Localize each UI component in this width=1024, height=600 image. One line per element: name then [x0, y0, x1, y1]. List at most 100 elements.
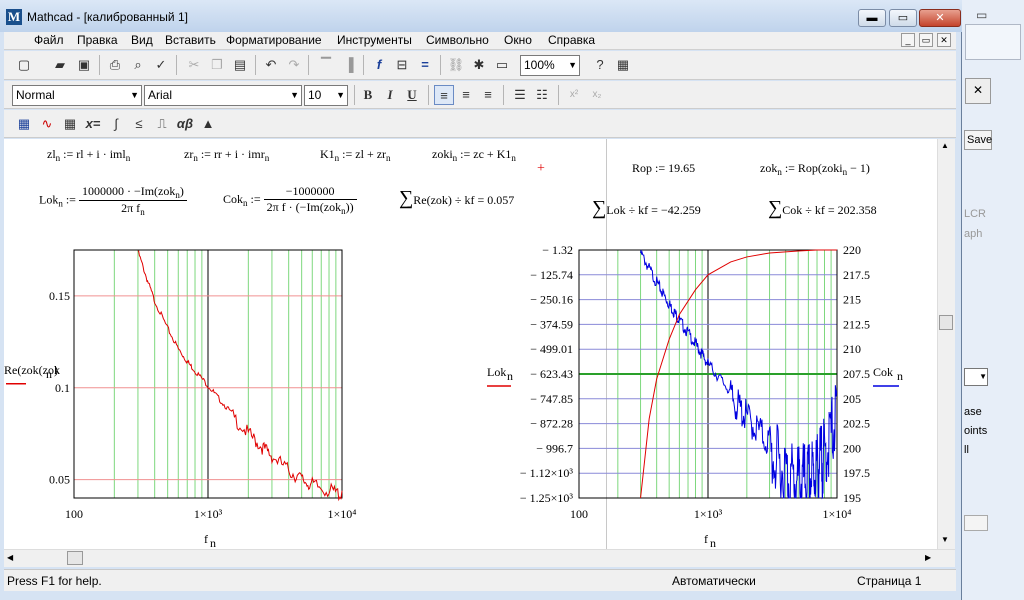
scroll-down-icon[interactable]: ▼: [941, 535, 949, 544]
sum-re-zok[interactable]: ∑Re(zok) ÷ kf = 0.057: [399, 187, 514, 210]
menu-window[interactable]: Окно: [504, 33, 532, 47]
print-icon[interactable]: ⎙: [105, 55, 125, 75]
resource-center-icon[interactable]: ▭: [492, 55, 512, 75]
component-icon[interactable]: ⛓: [446, 55, 466, 75]
x-axis-label: f: [704, 532, 708, 546]
menu-file[interactable]: Файл: [34, 33, 64, 47]
scroll-up-icon[interactable]: ▲: [941, 141, 949, 150]
minimize-button[interactable]: ▬: [858, 9, 886, 27]
matrix-icon[interactable]: ▦: [60, 114, 80, 134]
zl-definition[interactable]: zln := rl + i · imln: [47, 147, 130, 163]
numbered-list-icon[interactable]: ☷: [532, 85, 552, 105]
open-folder-icon[interactable]: ▰: [50, 55, 70, 75]
symbolic-icon[interactable]: ▲: [198, 114, 218, 134]
graph-icon[interactable]: ∿: [37, 114, 57, 134]
subscript-icon[interactable]: x₂: [587, 85, 607, 105]
k1-definition[interactable]: K1n := zl + zrn: [320, 147, 391, 163]
horizontal-scrollbar[interactable]: ◀ ▶: [4, 549, 955, 567]
menu-tools[interactable]: Инструменты: [337, 33, 412, 47]
menu-bar: Файл Правка Вид Вставить Форматирование …: [4, 32, 956, 50]
bg-close-icon[interactable]: ✕: [965, 78, 991, 104]
align-across-icon[interactable]: ▔: [316, 55, 336, 75]
y-left-tick-label: − 1.12×10³: [520, 466, 574, 480]
scroll-left-icon[interactable]: ◀: [7, 553, 13, 562]
sum-lok[interactable]: ∑Lok ÷ kf = −42.259: [592, 197, 701, 220]
y-left-tick-label: − 374.59: [530, 317, 573, 331]
boolean-icon[interactable]: ≤: [129, 114, 149, 134]
font-select[interactable]: Arial ▼: [144, 85, 302, 106]
calculator-icon[interactable]: ▦: [14, 114, 34, 134]
greek-icon[interactable]: αβ: [175, 114, 195, 134]
worksheet[interactable]: zln := rl + i · imln zrn := rr + i · imr…: [4, 139, 937, 549]
doc-close-button[interactable]: ✕: [937, 33, 951, 47]
font-size-select[interactable]: 10 ▼: [304, 85, 348, 106]
spell-check-icon[interactable]: ✓: [151, 55, 171, 75]
menu-insert[interactable]: Вставить: [165, 33, 216, 47]
rop-definition[interactable]: Rop := 19.65: [632, 161, 695, 176]
lok-definition[interactable]: Lokn := 1000000 · −Im(zokn) 2π fn: [39, 184, 187, 217]
insert-unit-icon[interactable]: ⊟: [392, 55, 412, 75]
horizontal-scroll-thumb[interactable]: [67, 551, 83, 565]
style-select[interactable]: Normal ▼: [12, 85, 142, 106]
align-left-icon[interactable]: ≡: [434, 85, 454, 105]
scroll-right-icon[interactable]: ▶: [925, 553, 931, 562]
insert-component-icon[interactable]: ✱: [469, 55, 489, 75]
save-icon[interactable]: ▣: [74, 55, 94, 75]
underline-button[interactable]: U: [402, 85, 422, 105]
zok-definition[interactable]: zokn := Rop(zokin − 1): [760, 161, 870, 177]
menu-help[interactable]: Справка: [548, 33, 595, 47]
doc-restore-button[interactable]: ▭: [919, 33, 933, 47]
bg-button[interactable]: [964, 515, 988, 531]
bold-button[interactable]: B: [358, 85, 378, 105]
menu-edit[interactable]: Правка: [77, 33, 118, 47]
evaluation-icon[interactable]: x=: [83, 114, 103, 134]
print-preview-icon[interactable]: ⌕: [128, 55, 148, 75]
bullet-list-icon[interactable]: ☰: [510, 85, 530, 105]
insert-function-icon[interactable]: f: [369, 55, 389, 75]
copy-icon[interactable]: ❐: [207, 55, 227, 75]
menu-format[interactable]: Форматирование: [226, 33, 322, 47]
bg-restore-icon[interactable]: ▭: [976, 8, 987, 22]
align-center-icon[interactable]: ≡: [456, 85, 476, 105]
x-tick-label: 1×10⁴: [328, 507, 357, 521]
re-zok-plot[interactable]: 0.150.10.05100 1×10³ 1×10⁴Re(zok(zokn)f n: [4, 244, 364, 549]
lok-cok-plot[interactable]: − 1.32 220 − 125.74 217.5 − 250.16 215 − 374.5…: [479, 244, 904, 549]
bg-save-button[interactable]: Save: [964, 130, 992, 150]
paste-icon[interactable]: ▤: [230, 55, 250, 75]
doc-minimize-button[interactable]: _: [901, 33, 915, 47]
calculus-icon[interactable]: ∫: [106, 114, 126, 134]
page-status: Страница 1: [857, 574, 922, 588]
close-button[interactable]: ✕: [919, 9, 961, 27]
y-right-axis-label-sub: n: [897, 369, 903, 383]
trace-icon[interactable]: ▦: [613, 55, 633, 75]
title-bar: M Mathcad - [калиброванный 1] ▬ ▭ ✕: [0, 0, 962, 32]
window-title: Mathcad - [калиброванный 1]: [27, 10, 188, 24]
bg-dropdown[interactable]: ▼: [964, 368, 988, 386]
zoki-definition[interactable]: zokin := zc + K1n: [432, 147, 516, 163]
y-right-tick-label: 212.5: [843, 317, 870, 331]
calculate-icon[interactable]: =: [415, 55, 435, 75]
italic-button[interactable]: I: [380, 85, 400, 105]
undo-icon[interactable]: ↶: [261, 55, 281, 75]
help-icon[interactable]: ?: [590, 55, 610, 75]
superscript-icon[interactable]: x²: [564, 85, 584, 105]
maximize-button[interactable]: ▭: [889, 9, 917, 27]
vertical-scroll-thumb[interactable]: [939, 315, 953, 330]
sum-cok[interactable]: ∑Cok ÷ kf = 202.358: [768, 197, 877, 220]
vertical-scrollbar[interactable]: ▲ ▼: [937, 139, 955, 549]
chevron-down-icon: ▼: [290, 90, 299, 100]
zr-definition[interactable]: zrn := rr + i · imrn: [184, 147, 269, 163]
redo-icon[interactable]: ↷: [284, 55, 304, 75]
align-right-icon[interactable]: ≡: [478, 85, 498, 105]
cut-icon[interactable]: ✂: [184, 55, 204, 75]
menu-symbolics[interactable]: Символьно: [426, 33, 489, 47]
x-axis-label-sub: n: [710, 536, 716, 549]
programming-icon[interactable]: ⎍: [152, 114, 172, 134]
new-document-icon[interactable]: ▢: [14, 55, 34, 75]
align-down-icon[interactable]: ▐: [339, 55, 359, 75]
zoom-select[interactable]: 100% ▼: [520, 55, 580, 76]
format-toolbar: Normal ▼ Arial ▼ 10 ▼ B I U ≡ ≡ ≡ ☰ ☷ x² x₂: [4, 81, 956, 109]
cok-definition[interactable]: Cokn := −1000000 2π f · (−Im(zokn)): [223, 184, 357, 216]
menu-view[interactable]: Вид: [131, 33, 153, 47]
y-right-axis-label: Cok: [873, 365, 893, 379]
